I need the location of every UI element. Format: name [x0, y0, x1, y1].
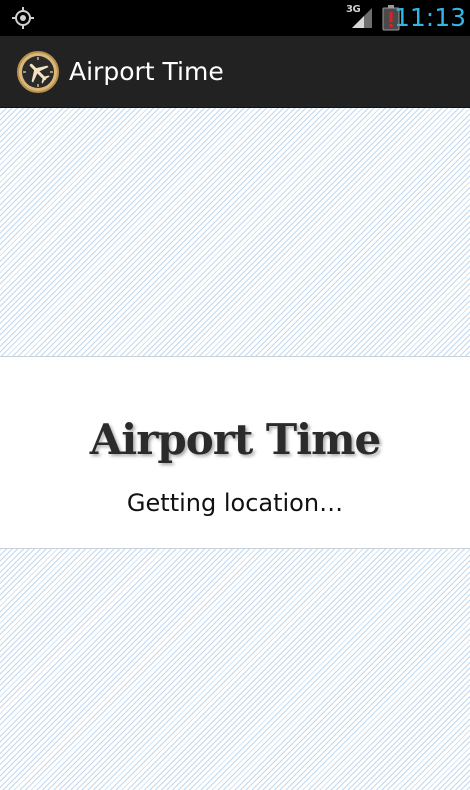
gps-icon [12, 7, 34, 29]
location-status-text: Getting location… [126, 489, 344, 517]
screen: 3G 11:13 Airport Time Airport Time Getti… [0, 0, 470, 790]
action-bar: Airport Time [0, 36, 470, 108]
splash-panel: Airport Time Getting location… [0, 357, 470, 547]
status-clock: 11:13 [393, 3, 466, 32]
splash-title: Airport Time [89, 415, 382, 464]
signal-icon [352, 8, 372, 28]
airplane-clock-icon[interactable] [16, 50, 60, 94]
status-bar: 3G 11:13 [0, 0, 470, 36]
striped-background-bottom [0, 548, 470, 790]
action-bar-title: Airport Time [69, 57, 224, 86]
striped-background-top [0, 108, 470, 357]
